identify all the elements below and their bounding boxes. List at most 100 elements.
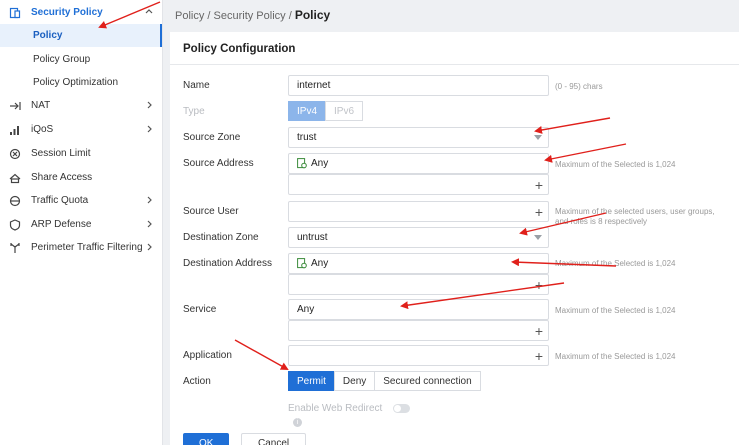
caret-down-icon — [534, 135, 542, 140]
plus-icon[interactable]: + — [535, 324, 543, 338]
source-address-add-row[interactable]: + — [288, 174, 549, 195]
cancel-button[interactable]: Cancel — [241, 433, 307, 445]
source-address-hint: Maximum of the Selected is 1,024 — [555, 160, 676, 169]
sidebar-item-label: Share Access — [31, 172, 93, 183]
web-redirect-label: Enable Web Redirect — [288, 403, 383, 414]
destination-address-hint: Maximum of the Selected is 1,024 — [555, 259, 676, 268]
source-zone-select[interactable]: trust — [288, 127, 549, 148]
sidebar-item-iqos[interactable]: iQoS — [0, 118, 162, 141]
service-add-row[interactable]: + — [288, 320, 549, 341]
service-hint: Maximum of the Selected is 1,024 — [555, 306, 676, 315]
chevron-right-icon — [147, 125, 152, 133]
sidebar-subitem-label: Policy — [33, 30, 63, 41]
chevron-right-icon — [147, 196, 152, 204]
breadcrumb-current: Policy — [294, 8, 331, 22]
service-entry[interactable]: Any — [288, 299, 549, 320]
source-zone-value: trust — [297, 132, 317, 143]
perimeter-filter-icon — [8, 241, 22, 255]
sidebar-item-security-policy[interactable]: Security Policy — [0, 1, 162, 24]
type-option-ipv6: IPv6 — [325, 101, 364, 121]
sidebar-item-label: Traffic Quota — [31, 195, 89, 206]
session-limit-icon — [8, 147, 22, 161]
arp-defense-icon — [8, 218, 22, 232]
service-label: Service — [183, 304, 217, 315]
action-option-deny[interactable]: Deny — [333, 371, 376, 391]
action-option-permit[interactable]: Permit — [288, 371, 335, 391]
application-hint: Maximum of the Selected is 1,024 — [555, 352, 676, 361]
source-address-tag: Any — [297, 158, 328, 169]
source-user-hint: Maximum of the selected users, user grou… — [555, 207, 715, 227]
sidebar-item-nat[interactable]: NAT — [0, 94, 162, 117]
web-redirect-toggle[interactable] — [393, 404, 410, 413]
name-label: Name — [183, 80, 210, 91]
source-user-label: Source User — [183, 206, 239, 217]
sidebar-item-share-access[interactable]: Share Access — [0, 166, 162, 189]
sidebar-item-traffic-quota[interactable]: Traffic Quota — [0, 189, 162, 212]
type-segmented: IPv4 IPv6 — [288, 101, 364, 121]
traffic-quota-icon — [8, 194, 22, 208]
application-input[interactable]: + — [288, 345, 549, 366]
iqos-icon — [8, 123, 22, 137]
name-hint: (0 - 95) chars — [555, 82, 603, 91]
hint-line: and roles is 8 respectively — [555, 217, 648, 226]
sidebar-item-label: Perimeter Traffic Filtering — [31, 242, 143, 253]
source-address-label: Source Address — [183, 158, 254, 169]
sidebar-item-label: ARP Defense — [31, 219, 92, 230]
security-policy-icon — [8, 6, 22, 20]
sidebar-item-session-limit[interactable]: Session Limit — [0, 142, 162, 165]
chevron-up-icon — [145, 9, 153, 14]
source-zone-label: Source Zone — [183, 132, 241, 143]
plus-icon[interactable]: + — [535, 205, 543, 219]
source-address-value: Any — [311, 158, 329, 169]
sidebar-subitem-policy-group[interactable]: Policy Group — [0, 48, 162, 71]
action-label: Action — [183, 376, 211, 387]
card-title: Policy Configuration — [183, 43, 296, 55]
sidebar-item-label: iQoS — [31, 124, 54, 135]
destination-address-tag: Any — [297, 258, 328, 269]
sidebar-item-label: Security Policy — [31, 7, 103, 18]
destination-address-value: Any — [311, 258, 329, 269]
share-access-icon — [8, 171, 22, 185]
sidebar-subitem-label: Policy Group — [33, 54, 91, 65]
chevron-right-icon — [147, 101, 152, 109]
info-icon[interactable]: i — [293, 418, 302, 427]
destination-address-label: Destination Address — [183, 258, 272, 269]
sidebar-item-label: NAT — [31, 100, 51, 111]
hint-line: Maximum of the selected users, user grou… — [555, 207, 715, 216]
source-address-entry[interactable]: Any — [288, 153, 549, 174]
plus-icon[interactable]: + — [535, 278, 543, 292]
chevron-right-icon — [147, 243, 152, 251]
action-option-secured-connection[interactable]: Secured connection — [374, 371, 481, 391]
breadcrumb-security-policy[interactable]: Security Policy — [214, 10, 286, 22]
sidebar-item-arp-defense[interactable]: ARP Defense — [0, 213, 162, 236]
application-label: Application — [183, 350, 232, 361]
caret-down-icon — [534, 235, 542, 240]
breadcrumb-policy[interactable]: Policy — [175, 10, 204, 22]
chevron-right-icon — [147, 220, 152, 228]
destination-zone-value: untrust — [297, 232, 328, 243]
name-input[interactable]: internet — [288, 75, 549, 96]
sidebar: Security Policy Policy Policy Group Poli… — [0, 0, 163, 445]
name-value: internet — [297, 80, 331, 91]
source-user-input[interactable]: + — [288, 201, 549, 222]
sidebar-subitem-label: Policy Optimization — [33, 77, 119, 88]
sidebar-subitem-policy[interactable]: Policy — [0, 24, 162, 47]
type-label: Type — [183, 106, 205, 117]
address-object-icon — [297, 158, 307, 169]
plus-icon[interactable]: + — [535, 178, 543, 192]
breadcrumb-separator: / — [204, 10, 214, 22]
destination-address-add-row[interactable]: + — [288, 274, 549, 295]
breadcrumb: Policy / Security Policy / Policy — [175, 8, 330, 22]
nat-icon — [8, 99, 22, 113]
destination-address-entry[interactable]: Any — [288, 253, 549, 274]
address-object-icon — [297, 258, 307, 269]
plus-icon[interactable]: + — [535, 349, 543, 363]
service-value: Any — [297, 304, 315, 315]
type-option-ipv4: IPv4 — [288, 101, 327, 121]
action-segmented: Permit Deny Secured connection — [288, 371, 481, 391]
sidebar-item-perimeter-traffic-filtering[interactable]: Perimeter Traffic Filtering — [0, 236, 162, 259]
sidebar-subitem-policy-optimization[interactable]: Policy Optimization — [0, 71, 162, 94]
card-divider — [170, 64, 739, 65]
ok-button[interactable]: OK — [183, 433, 230, 445]
destination-zone-select[interactable]: untrust — [288, 227, 549, 248]
